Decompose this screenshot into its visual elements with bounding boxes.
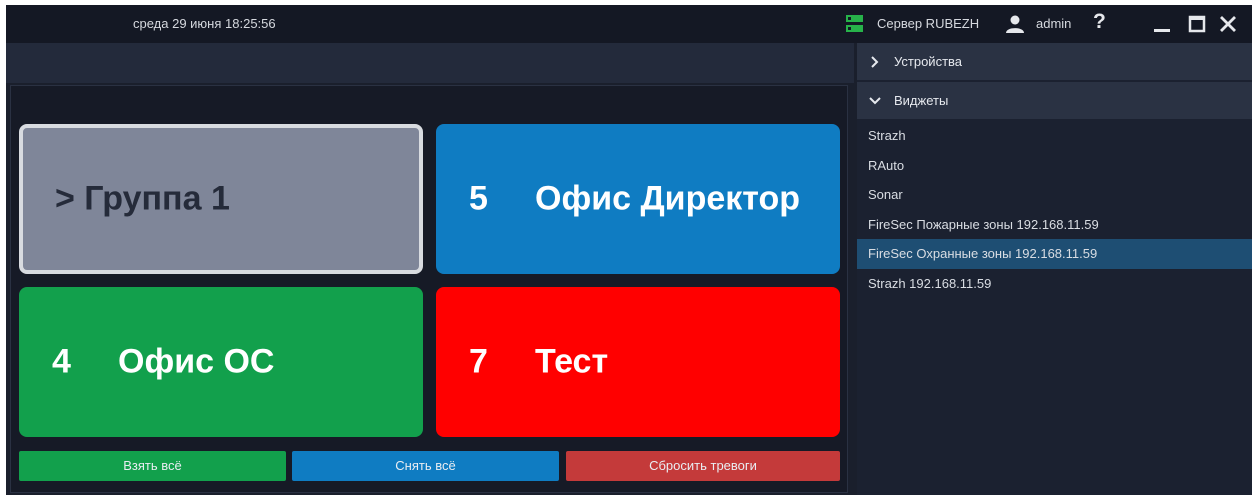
help-button[interactable]: ? [1093, 10, 1106, 34]
tile-title: Офис Директор [535, 179, 801, 218]
tile-title: Офис ОС [118, 342, 275, 381]
tile-number: 4 [52, 342, 71, 381]
app-window: среда 29 июня 18:25:56 Сервер RUBEZH adm… [6, 5, 1252, 495]
close-icon[interactable] [1217, 13, 1239, 35]
user-icon [1006, 15, 1024, 33]
widget-list-item[interactable]: Strazh [857, 121, 1252, 151]
minimize-icon[interactable] [1151, 13, 1173, 35]
tile-number: 7 [469, 342, 488, 381]
take-all-button[interactable]: Взять всё [19, 451, 286, 481]
widgets-section-header[interactable]: Виджеты [857, 82, 1252, 119]
tile-title: > Группа 1 [55, 179, 230, 218]
server-label[interactable]: Сервер RUBEZH [877, 16, 979, 31]
tile-title: Тест [535, 342, 609, 381]
zone-tile-os[interactable]: 4 Офис ОС [19, 287, 423, 437]
widget-list: Strazh RAuto Sonar FireSec Пожарные зоны… [857, 121, 1252, 298]
reset-alarms-button[interactable]: Сбросить тревоги [566, 451, 840, 481]
widget-list-item[interactable]: RAuto [857, 151, 1252, 181]
widget-list-item[interactable]: Strazh 192.168.11.59 [857, 269, 1252, 299]
user-label[interactable]: admin [1036, 16, 1071, 31]
server-icon [846, 15, 863, 32]
datetime-label: среда 29 июня 18:25:56 [133, 16, 276, 31]
tile-number: 5 [469, 179, 488, 218]
zone-tile-test[interactable]: 7 Тест [436, 287, 840, 437]
devices-section-label: Устройства [894, 54, 963, 69]
sidebar: Устройства Виджеты Strazh RAuto Sonar Fi… [857, 43, 1252, 495]
title-bar: среда 29 июня 18:25:56 Сервер RUBEZH adm… [6, 5, 1252, 43]
widget-list-item[interactable]: FireSec Пожарные зоны 192.168.11.59 [857, 210, 1252, 240]
chevron-right-icon [871, 56, 879, 68]
widget-list-item-selected[interactable]: FireSec Охранные зоны 192.168.11.59 [857, 239, 1252, 269]
remove-all-button[interactable]: Снять всё [292, 451, 559, 481]
zone-tile-group[interactable]: > Группа 1 [19, 124, 423, 274]
widget-list-item[interactable]: Sonar [857, 180, 1252, 210]
maximize-icon[interactable] [1186, 13, 1208, 35]
widgets-section-label: Виджеты [894, 93, 949, 108]
chevron-down-icon [869, 97, 881, 105]
widget-panel: > Группа 1 5 Офис Директор 4 Офис ОС 7 Т… [10, 85, 848, 493]
zone-tile-director[interactable]: 5 Офис Директор [436, 124, 840, 274]
content-header [6, 43, 854, 83]
devices-section-header[interactable]: Устройства [857, 43, 1252, 80]
